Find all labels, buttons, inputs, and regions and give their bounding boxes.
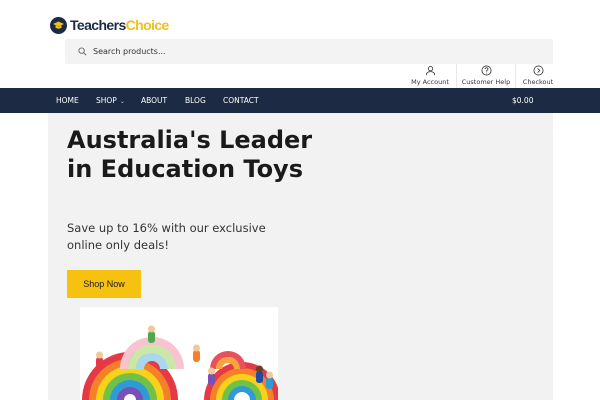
logo-word-teachers: Teachers bbox=[70, 17, 126, 33]
peg-doll bbox=[208, 367, 215, 385]
peg-doll bbox=[266, 371, 273, 389]
shop-now-button[interactable]: Shop Now bbox=[67, 270, 141, 298]
user-icon bbox=[425, 66, 435, 76]
nav-item-blog[interactable]: BLOG bbox=[185, 88, 206, 113]
my-account-link[interactable]: My Account bbox=[408, 64, 452, 88]
site-logo[interactable]: TeachersChoice bbox=[50, 15, 169, 35]
utility-divider bbox=[515, 64, 516, 88]
checkout-label: Checkout bbox=[522, 78, 554, 86]
search-input[interactable] bbox=[93, 47, 533, 56]
nav-item-home[interactable]: HOME bbox=[56, 88, 79, 113]
peg-doll bbox=[96, 351, 103, 368]
search-icon[interactable] bbox=[71, 39, 93, 64]
checkout-link[interactable]: Checkout bbox=[520, 64, 556, 88]
nav-label: BLOG bbox=[185, 96, 206, 105]
nav-label: ABOUT bbox=[141, 96, 168, 105]
cart-total[interactable]: $0.00 bbox=[512, 88, 533, 113]
nav-label: SHOP bbox=[96, 96, 117, 105]
nav-label: HOME bbox=[56, 96, 79, 105]
utility-divider bbox=[456, 64, 457, 88]
peg-doll bbox=[148, 325, 155, 343]
help-icon bbox=[481, 65, 491, 76]
main-navigation: HOME SHOP ⌄ ABOUT BLOG CONTACT $0.00 bbox=[0, 88, 600, 113]
my-account-label: My Account bbox=[411, 78, 449, 86]
nav-item-shop[interactable]: SHOP ⌄ bbox=[96, 88, 125, 113]
customer-help-link[interactable]: Customer Help bbox=[461, 64, 511, 88]
customer-help-label: Customer Help bbox=[461, 78, 511, 86]
page: TeachersChoice My Account Customer Help bbox=[0, 0, 600, 400]
logo-text: TeachersChoice bbox=[70, 17, 169, 33]
search-bar bbox=[65, 39, 553, 64]
graduation-cap-icon bbox=[50, 16, 67, 34]
peg-doll bbox=[256, 365, 263, 383]
peg-doll bbox=[193, 344, 200, 362]
chevron-down-icon: ⌄ bbox=[119, 98, 125, 105]
hero-subtitle: Save up to 16% with our exclusive online… bbox=[67, 221, 266, 252]
arrow-circle-icon bbox=[533, 65, 543, 76]
logo-word-choice: Choice bbox=[125, 17, 170, 33]
nav-item-about[interactable]: ABOUT bbox=[141, 88, 167, 113]
hero-title: Australia's Leader in Education Toys bbox=[67, 126, 313, 183]
hero-product-image bbox=[80, 307, 278, 400]
nav-item-contact[interactable]: CONTACT bbox=[223, 88, 259, 113]
nav-label: CONTACT bbox=[223, 96, 259, 105]
